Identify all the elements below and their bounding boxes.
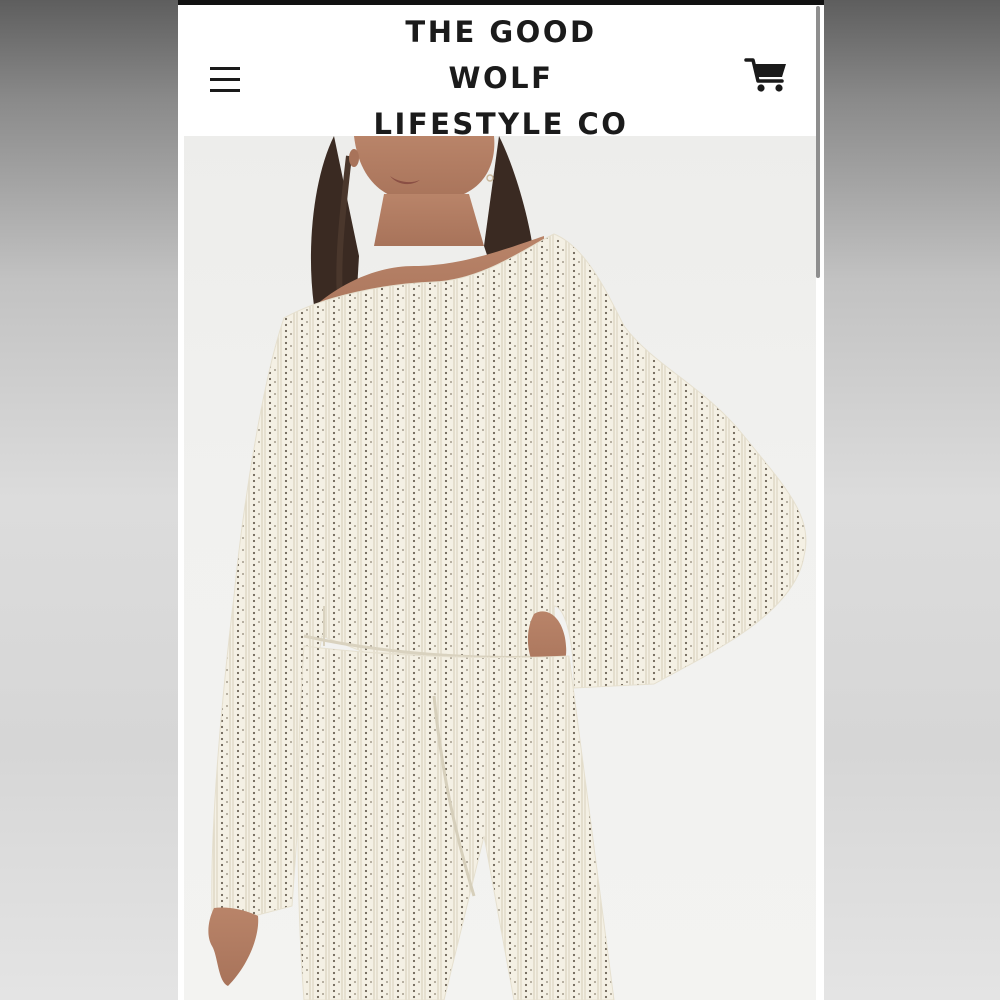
scrollbar-thumb[interactable] [816,6,820,278]
brand-line-2: WOLF [448,61,554,95]
phone-screen: THE GOOD WOLF LIFESTYLE CO [178,0,824,1000]
cart-button[interactable] [744,55,790,95]
site-header: THE GOOD WOLF LIFESTYLE CO [178,5,824,141]
left-blur-margin [0,0,178,1000]
brand-line-1: THE GOOD [405,15,597,49]
brand-logo-link[interactable]: THE GOOD WOLF LIFESTYLE CO [328,9,674,147]
product-image[interactable] [184,136,816,1000]
shopping-cart-icon [744,58,786,92]
right-blur-margin [824,0,1000,1000]
screenshot-frame: THE GOOD WOLF LIFESTYLE CO [0,0,1000,1000]
menu-button[interactable] [208,65,242,95]
product-photo [208,136,807,1000]
